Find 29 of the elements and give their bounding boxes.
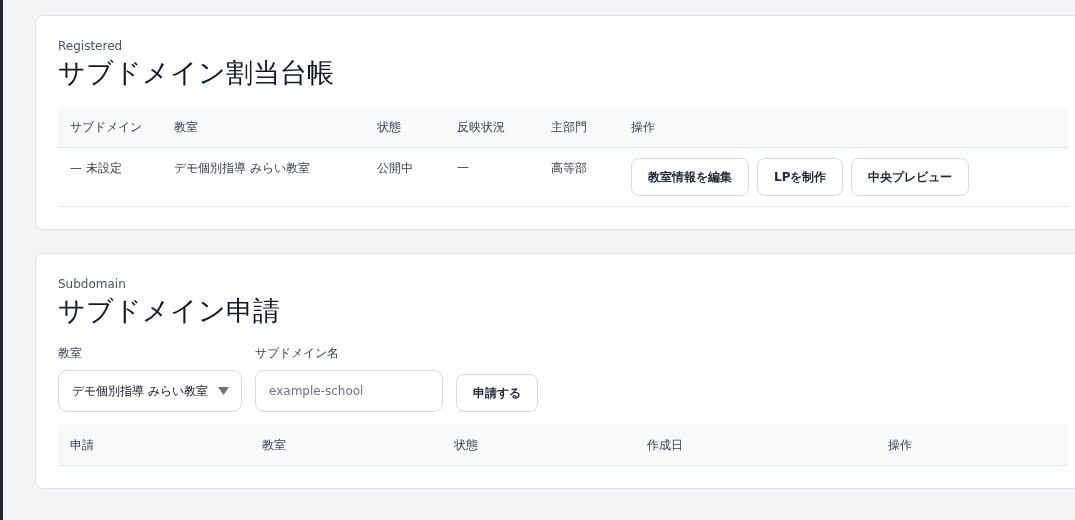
column-header: 操作: [619, 107, 1068, 148]
column-header: 操作: [876, 425, 1068, 466]
column-header: 状態: [365, 107, 445, 148]
column-header: 状態: [442, 425, 635, 466]
section-title: サブドメイン割当台帳: [58, 56, 335, 90]
column-header: 作成日: [635, 425, 876, 466]
column-header: 申請: [58, 425, 250, 466]
table-cell: — 未設定: [58, 148, 162, 207]
field-label: 教室: [58, 345, 83, 362]
table-cell: 高等部: [539, 148, 619, 207]
column-header: 教室: [162, 107, 365, 148]
column-header: 主部門: [539, 107, 619, 148]
table-cell: —: [445, 148, 539, 207]
action-button[interactable]: 教室情報を編集: [631, 158, 749, 196]
action-button[interactable]: 中央プレビュー: [851, 158, 970, 196]
column-header: 反映状況: [445, 107, 539, 148]
submit-button[interactable]: 申請する: [456, 374, 538, 412]
column-header: サブドメイン: [58, 107, 162, 148]
subdomain-input[interactable]: example-school: [255, 370, 443, 412]
table-cell: 公開中: [365, 148, 445, 207]
field-label: サブドメイン名: [255, 345, 340, 362]
section-eyebrow: Subdomain: [58, 277, 127, 291]
action-button[interactable]: LPを制作: [757, 158, 844, 196]
classroom-select[interactable]: デモ個別指導 みらい教室: [58, 370, 242, 412]
column-header: 教室: [250, 425, 442, 466]
section-eyebrow: Registered: [58, 39, 124, 53]
table-cell: デモ個別指導 みらい教室: [162, 148, 365, 207]
section-title: サブドメイン申請: [58, 294, 281, 328]
caret-icon: [218, 387, 229, 395]
